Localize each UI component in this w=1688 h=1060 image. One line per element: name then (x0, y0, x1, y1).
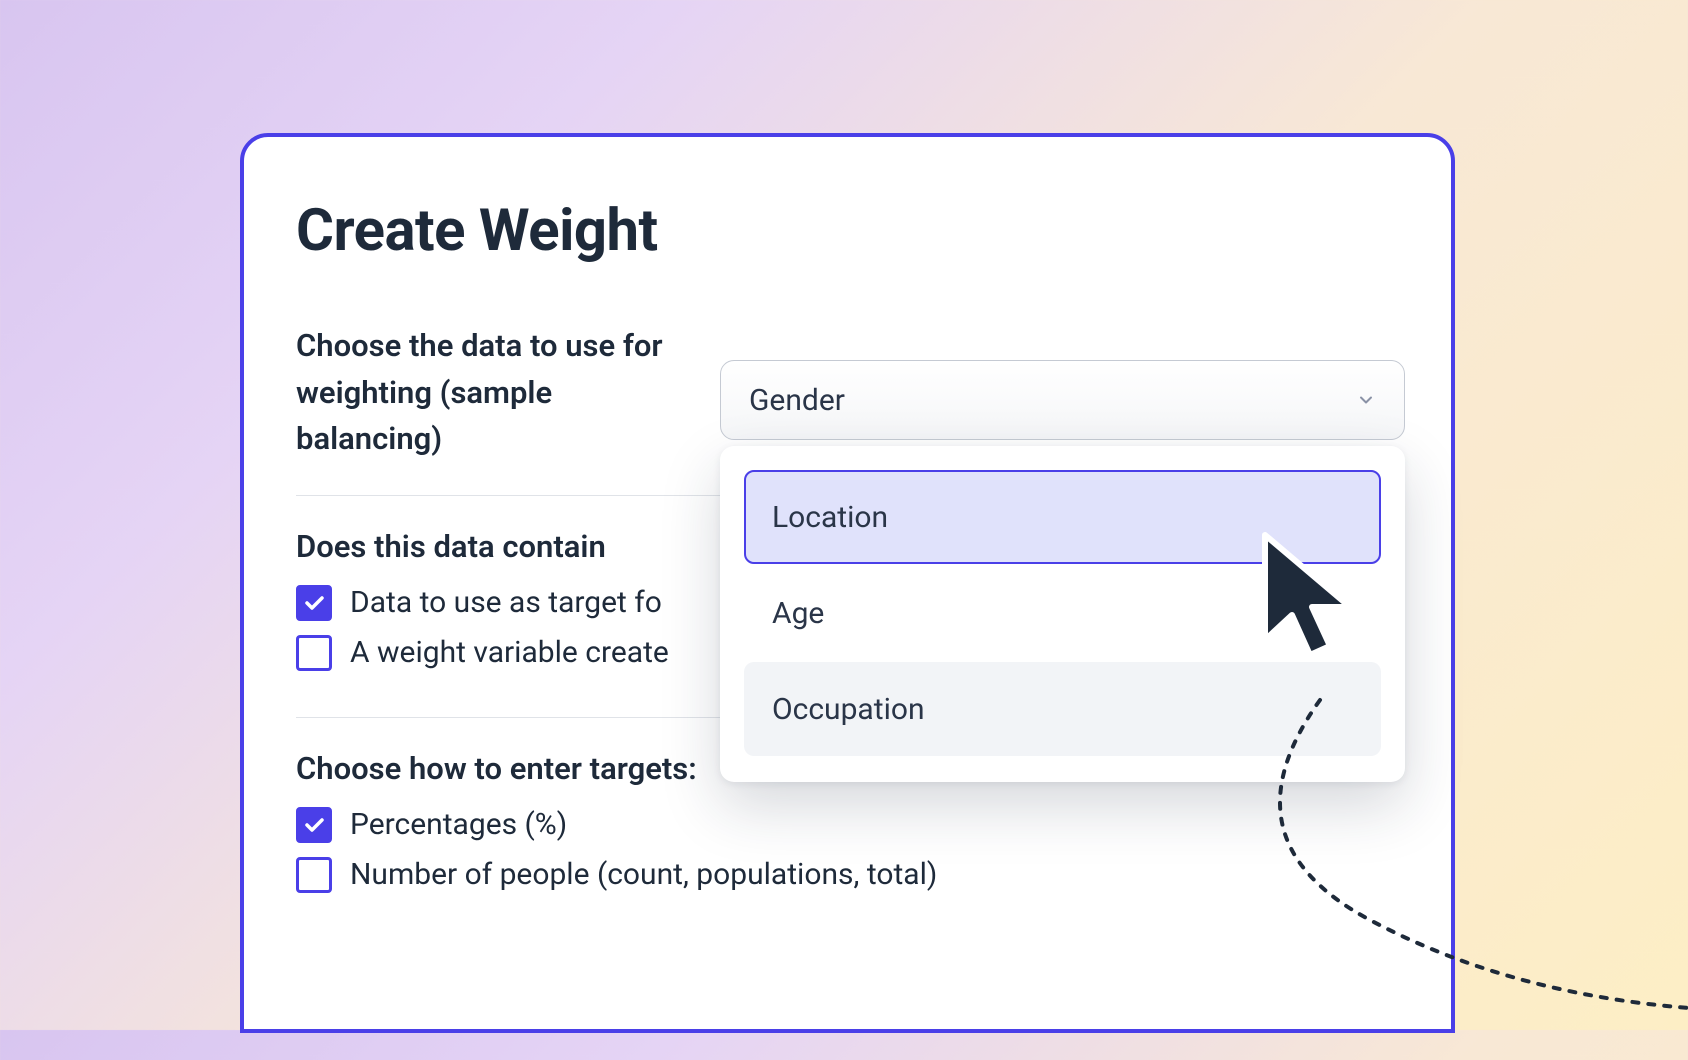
choose-data-label: Choose the data to use for weighting (sa… (296, 323, 676, 463)
checkbox-label-percentages: Percentages (%) (350, 807, 567, 842)
dropdown-option-location[interactable]: Location (744, 470, 1381, 564)
weighting-data-select[interactable]: Gender (720, 360, 1405, 440)
chevron-down-icon (1356, 390, 1376, 410)
select-value: Gender (749, 383, 845, 418)
checkbox-percentages[interactable] (296, 807, 332, 843)
checkbox-label-count: Number of people (count, populations, to… (350, 857, 937, 892)
dropdown-option-age[interactable]: Age (744, 566, 1381, 660)
checkbox-data-target[interactable] (296, 585, 332, 621)
checkbox-row-percentages: Percentages (%) (296, 807, 1399, 843)
check-icon (302, 813, 326, 837)
panel-title: Create Weight (296, 197, 1399, 265)
checkbox-row-count: Number of people (count, populations, to… (296, 857, 1399, 893)
weighting-data-select-container: Gender Location Age Occupation (720, 360, 1405, 440)
dropdown-option-occupation[interactable]: Occupation (744, 662, 1381, 756)
checkbox-count[interactable] (296, 857, 332, 893)
checkbox-weight-variable[interactable] (296, 635, 332, 671)
select-dropdown: Location Age Occupation (720, 446, 1405, 782)
checkbox-label-weight-var: A weight variable create (350, 635, 669, 670)
check-icon (302, 591, 326, 615)
checkbox-label-target: Data to use as target fo (350, 585, 662, 620)
